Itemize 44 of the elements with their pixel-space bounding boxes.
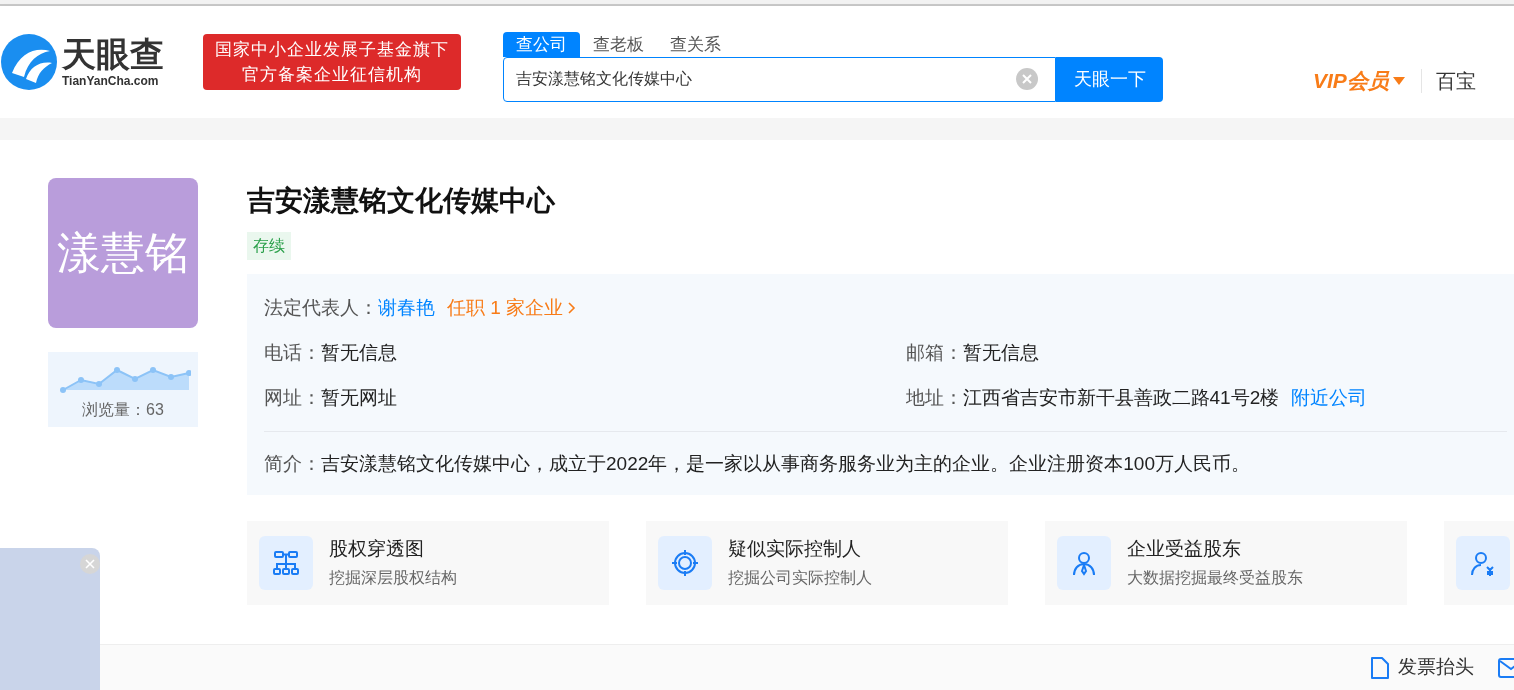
search-tab[interactable]: 查老板 — [580, 32, 657, 57]
feature-subtitle: 挖掘公司实际控制人 — [728, 567, 872, 588]
field-label: 法定代表人： — [264, 295, 378, 320]
company-name: 吉安漾慧铭文化传媒中心 — [247, 184, 556, 218]
feature-title: 企业受益股东 — [1127, 537, 1242, 562]
close-icon — [85, 559, 95, 569]
invoice-button[interactable]: 发票抬头 — [1370, 653, 1474, 682]
status-tag: 存续 — [247, 232, 291, 260]
feature-subtitle: 挖掘深层股权结构 — [329, 567, 457, 588]
field-value: 暂无信息 — [321, 340, 397, 365]
company-intro: 吉安漾慧铭文化传媒中心，成立于2022年，是一家以从事商务服务业为主的企业。企业注册资本100万人民币。 — [321, 452, 1250, 476]
feature-card[interactable]: 疑似实际控制人 挖掘公司实际控制人 — [646, 520, 1008, 605]
person-link[interactable]: 谢春艳 — [378, 293, 435, 323]
search-tab[interactable]: 查关系 — [657, 32, 734, 57]
hierarchy-icon — [272, 548, 300, 577]
field-label: 网址： — [264, 385, 321, 410]
search-button[interactable]: 天眼一下 — [1056, 57, 1163, 102]
logo-domain: TianYanCha.com — [62, 75, 160, 87]
clear-icon[interactable] — [1016, 68, 1038, 90]
field-label: 简介： — [264, 452, 321, 476]
field-label: 地址： — [905, 385, 963, 410]
feature-subtitle: 大数据挖掘最终受益股东 — [1127, 567, 1303, 588]
field-value: 江西省吉安市新干县善政二路41号2楼 — [962, 385, 1280, 410]
caret-icon — [1392, 77, 1405, 85]
toolbox-link[interactable]: 百宝 — [1435, 66, 1476, 96]
feature-card[interactable]: 股权穿透图 挖掘深层股权结构 — [247, 520, 609, 605]
target-icon — [671, 548, 699, 577]
field-value: 暂无网址 — [321, 385, 397, 410]
certification-banner: 国家中小企业发展子基金旗下 官方备案企业征信机构 — [203, 34, 461, 90]
logo-name: 天眼查 — [62, 37, 164, 71]
feature-card[interactable]: 企业受益股东 大数据挖掘最终受益股东 — [1045, 520, 1407, 605]
company-logo: 漾慧铭 — [48, 178, 198, 328]
search-tab[interactable]: 查公司 — [503, 32, 580, 57]
logo[interactable]: 天眼查 TianYanCha.com — [0, 33, 200, 91]
feature-title: 疑似实际控制人 — [728, 537, 862, 562]
views-count: 浏览量：63 — [82, 400, 164, 420]
feature-title: 股权穿透图 — [329, 537, 425, 562]
field-value: 暂无信息 — [962, 340, 1039, 365]
field-label: 电话： — [264, 340, 321, 365]
field-label: 邮箱： — [905, 340, 963, 365]
search-field[interactable]: 吉安漾慧铭文化传媒中心 — [503, 57, 1056, 102]
nearby-link[interactable]: 附近公司 — [1291, 383, 1368, 413]
document-icon — [1370, 655, 1390, 680]
chevron-icon — [567, 301, 578, 315]
